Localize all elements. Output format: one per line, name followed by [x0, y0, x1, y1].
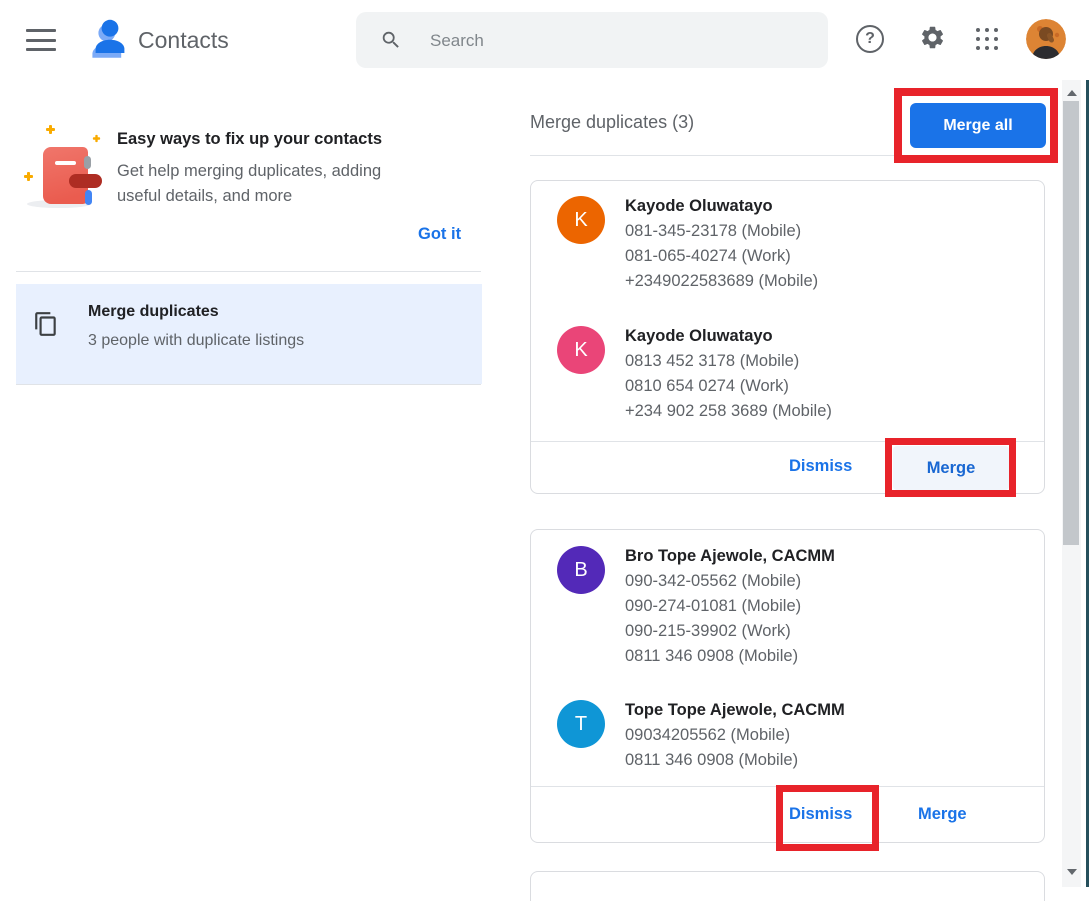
contact-phone: 09034205562 (Mobile): [625, 723, 845, 748]
merge-all-button[interactable]: Merge all: [910, 103, 1046, 148]
divider: [530, 155, 1045, 156]
suggestion-subtitle: 3 people with duplicate listings: [88, 332, 304, 350]
promo-title: Easy ways to fix up your contacts: [117, 130, 382, 149]
contact-phone: 090-274-01081 (Mobile): [625, 594, 835, 619]
question-mark-icon: ?: [856, 25, 884, 53]
help-button[interactable]: ?: [856, 24, 886, 54]
contact-avatar: T: [557, 700, 605, 748]
contact-phone: 0810 654 0274 (Work): [625, 374, 832, 399]
divider: [16, 271, 481, 272]
contact-name: Bro Tope Ajewole, CACMM: [625, 544, 835, 569]
avatar-photo: [1026, 47, 1066, 59]
account-avatar[interactable]: [1026, 19, 1066, 59]
contact-avatar: B: [557, 546, 605, 594]
search-box[interactable]: [356, 12, 828, 68]
sidebar-item-merge-duplicates[interactable]: Merge duplicates 3 people with duplicate…: [16, 284, 482, 384]
scroll-down-arrow-icon[interactable]: [1067, 869, 1077, 875]
got-it-button[interactable]: Got it: [418, 225, 461, 244]
dismiss-button[interactable]: Dismiss: [789, 805, 852, 824]
contact-name: Kayode Oluwatayo: [625, 194, 818, 219]
contact-entry: T Tope Tope Ajewole, CACMM 09034205562 (…: [557, 698, 845, 773]
contact-phone: 0813 452 3178 (Mobile): [625, 349, 832, 374]
contact-avatar: K: [557, 196, 605, 244]
contact-entry: K Kayode Oluwatayo 0813 452 3178 (Mobile…: [557, 324, 832, 424]
contacts-logo-icon: [86, 13, 134, 65]
divider: [16, 384, 481, 385]
top-bar: Contacts ?: [0, 0, 1089, 80]
contact-avatar: K: [557, 326, 605, 374]
hamburger-icon: [26, 29, 56, 32]
duplicate-group-card: B Bro Tope Ajewole, CACMM 090-342-05562 …: [530, 529, 1045, 843]
settings-button[interactable]: [917, 24, 947, 54]
contact-phone: 0811 346 0908 (Mobile): [625, 748, 845, 773]
contact-phone: 090-342-05562 (Mobile): [625, 569, 835, 594]
contact-phone: 0811 346 0908 (Mobile): [625, 644, 835, 669]
scroll-up-arrow-icon[interactable]: [1067, 90, 1077, 96]
gear-icon: [919, 39, 946, 54]
apps-grid-button[interactable]: [972, 24, 1002, 54]
duplicate-group-card: K Kayode Oluwatayo 081-345-23178 (Mobile…: [530, 180, 1045, 494]
sparkle-icon: [24, 172, 33, 181]
divider: [531, 441, 1044, 442]
contact-phone: +234 902 258 3689 (Mobile): [625, 399, 832, 424]
promo-body: Get help merging duplicates, adding usef…: [117, 159, 415, 209]
contact-phone: 090-215-39902 (Work): [625, 619, 835, 644]
search-input[interactable]: [428, 12, 812, 70]
merge-duplicates-heading: Merge duplicates (3): [530, 112, 694, 133]
contact-entry: B Bro Tope Ajewole, CACMM 090-342-05562 …: [557, 544, 835, 669]
contact-phone: 081-065-40274 (Work): [625, 244, 818, 269]
dismiss-button[interactable]: Dismiss: [789, 457, 852, 476]
merge-button[interactable]: Merge: [893, 446, 1009, 490]
contact-name: Tope Tope Ajewole, CACMM: [625, 698, 845, 723]
apps-grid-icon: [976, 28, 998, 50]
contact-entry: K Kayode Oluwatayo 081-345-23178 (Mobile…: [557, 194, 818, 294]
sparkle-icon: [46, 125, 55, 134]
divider: [531, 786, 1044, 787]
search-icon: [380, 29, 402, 51]
suggestion-title: Merge duplicates: [88, 303, 219, 321]
main-menu-button[interactable]: [26, 29, 58, 51]
merge-button[interactable]: Merge: [918, 805, 967, 824]
contact-phone: 081-345-23178 (Mobile): [625, 219, 818, 244]
app-title: Contacts: [138, 0, 229, 80]
scrollbar-thumb[interactable]: [1063, 101, 1079, 545]
contact-phone: +2349022583689 (Mobile): [625, 269, 818, 294]
sparkle-icon: [93, 135, 100, 142]
fix-contacts-illustration: [22, 118, 118, 214]
copy-duplicates-icon: [33, 311, 59, 337]
contact-name: Kayode Oluwatayo: [625, 324, 832, 349]
duplicate-group-card-partial: [530, 871, 1045, 901]
